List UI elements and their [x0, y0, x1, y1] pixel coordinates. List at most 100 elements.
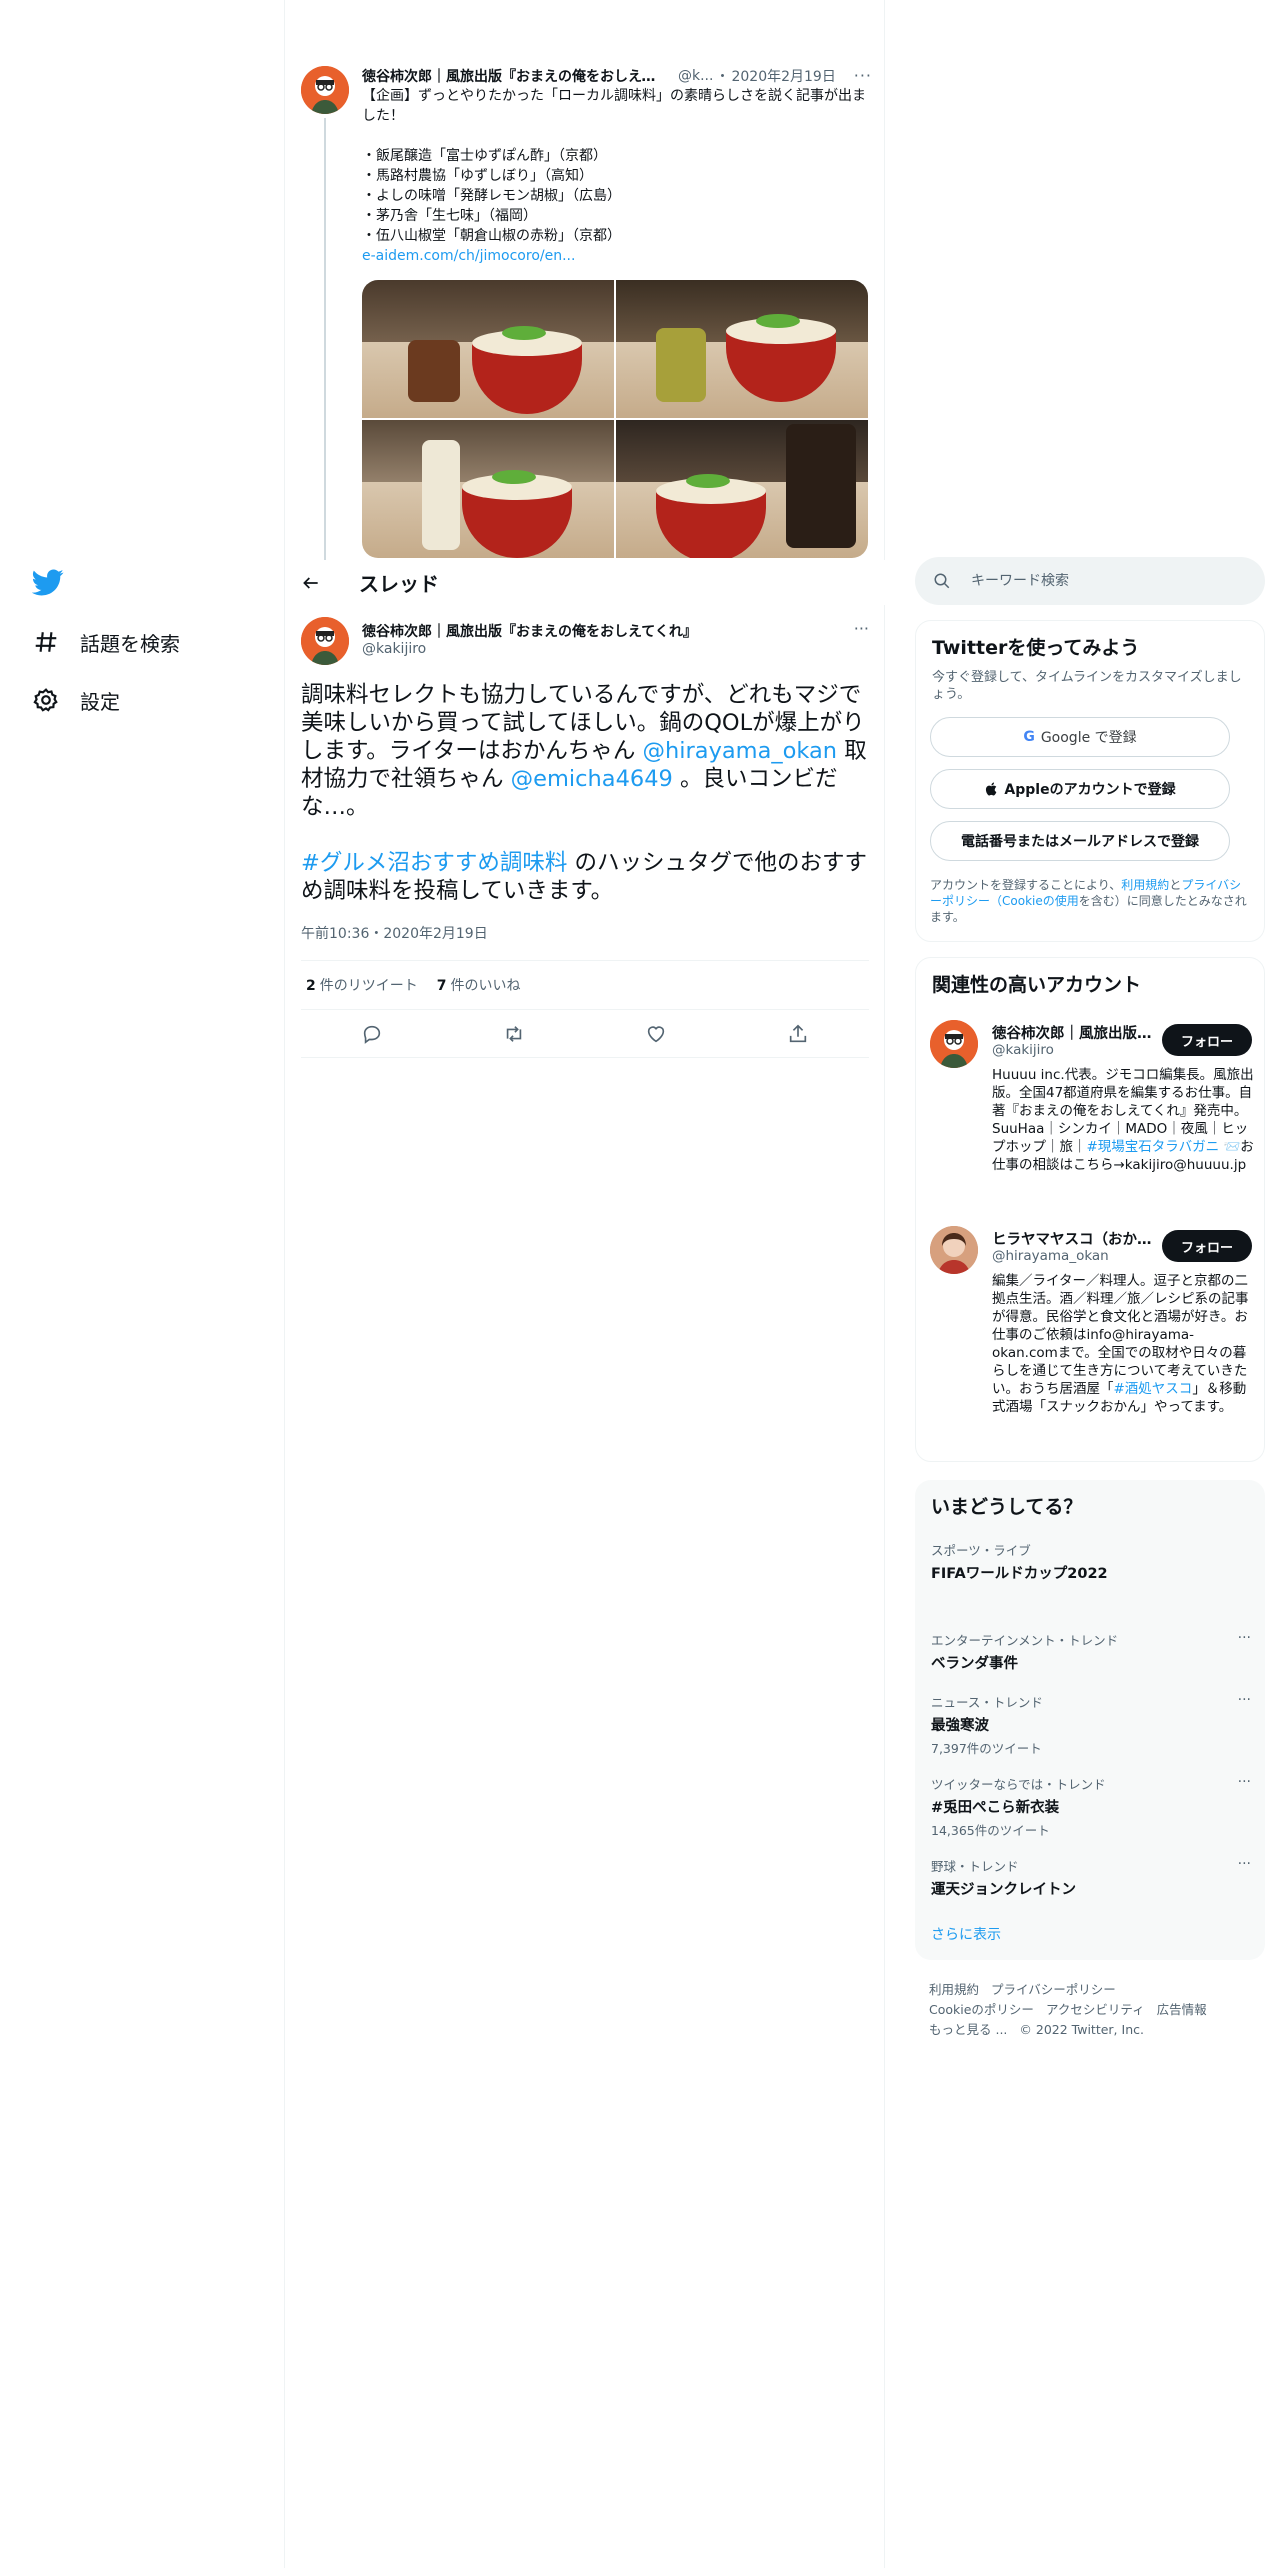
author-handle[interactable]: @kakijiro — [362, 641, 426, 657]
more-options-icon[interactable]: ··· — [1238, 1856, 1251, 1872]
retweet-count-label: 件のリツイート — [319, 978, 418, 994]
signup-terms: アカウントを登録することにより、利用規約とプライバシーポリシー（Cookieの使… — [930, 877, 1248, 925]
hashtag-link[interactable]: #グルメ沼おすすめ調味料 — [301, 850, 567, 876]
terms-text: アカウントを登録することにより、 — [930, 878, 1122, 892]
copyright: © 2022 Twitter, Inc. — [1019, 2022, 1144, 2037]
footer-link[interactable]: 広告情報 — [1157, 2002, 1207, 2017]
trend-item[interactable]: エンターテインメント・トレンド ベランダ事件 ··· — [931, 1630, 1251, 1673]
trend-item[interactable]: ツイッターならでは・トレンド #兎田ぺこら新衣装 14,365件のツイート ··… — [931, 1774, 1251, 1839]
account-name[interactable]: 徳谷柿次郎｜風旅出版『おまえの俺をおしえてくれ』 — [992, 1022, 1152, 1043]
parent-tweet[interactable]: 徳谷柿次郎｜風旅出版『おまえの俺をおしえてくれ』 @k... ・ 2020年2月… — [285, 60, 885, 560]
footer-link[interactable]: 利用規約 — [929, 1982, 979, 1997]
tweet-media-grid[interactable] — [362, 280, 868, 558]
trend-item[interactable]: スポーツ・ライブ FIFAワールドカップ2022 — [931, 1540, 1251, 1583]
search-input[interactable] — [971, 573, 1251, 589]
mention-link[interactable]: @emicha4649 — [511, 766, 673, 792]
thread-connector-line — [324, 118, 326, 560]
avatar[interactable] — [301, 617, 349, 665]
nav-item-settings[interactable]: 設定 — [32, 680, 120, 720]
terms-text: と — [1169, 878, 1182, 892]
trend-category: ツイッターならでは・トレンド — [931, 1777, 1106, 1792]
nav-item-explore[interactable]: 話題を検索 — [32, 622, 180, 662]
mention-link[interactable]: @hirayama_okan — [643, 738, 838, 764]
tweet-header: 徳谷柿次郎｜風旅出版『おまえの俺をおしえてくれ』 @k... ・ 2020年2月… — [362, 66, 872, 86]
like-heart-icon[interactable] — [645, 1023, 667, 1045]
account-handle[interactable]: @kakijiro — [992, 1042, 1054, 1058]
bio-hashtag[interactable]: #現場宝石タラバガニ — [1087, 1139, 1220, 1155]
like-count-label: 件のいいね — [450, 978, 521, 994]
bio-hashtag[interactable]: #酒処ヤスコ — [1114, 1381, 1193, 1397]
trends-title: いまどうしてる？ — [931, 1496, 1083, 1518]
footer-link[interactable]: Cookieのポリシー — [929, 2002, 1034, 2017]
retweet-count[interactable]: 2 件のリツイート — [306, 975, 418, 995]
account-name[interactable]: ヒラヤマヤスコ（おかん） — [992, 1228, 1152, 1249]
trend-item[interactable]: 野球・トレンド 運天ジョンクレイトン ··· — [931, 1856, 1251, 1899]
trend-count: 7,397件のツイート — [931, 1741, 1042, 1756]
media-photo-2[interactable] — [616, 280, 868, 418]
follow-button[interactable]: フォロー — [1162, 1230, 1252, 1262]
media-photo-3[interactable] — [362, 420, 614, 558]
gear-icon — [32, 686, 60, 714]
search-box[interactable] — [915, 557, 1265, 605]
google-signup-button[interactable]: G Google で登録 — [930, 717, 1230, 757]
show-more-link[interactable]: さらに表示 — [931, 1924, 1001, 1944]
thread-header: スレッド — [285, 560, 885, 605]
more-options-icon[interactable]: ··· — [854, 66, 872, 85]
footer-link[interactable]: アクセシビリティ — [1046, 2002, 1145, 2017]
more-options-icon[interactable]: ··· — [1238, 1630, 1251, 1646]
media-photo-1[interactable] — [362, 280, 614, 418]
phone-signup-label: 電話番号またはメールアドレスで登録 — [961, 834, 1199, 850]
retweet-icon[interactable] — [503, 1023, 525, 1045]
separator: ・ — [369, 926, 384, 942]
tweet-link[interactable]: e-aidem.com/ch/jimocoro/en... — [362, 248, 575, 264]
trend-name: ベランダ事件 — [931, 1656, 1018, 1672]
bio-text: 編集／ライター／料理人。逗子と京都の二拠点生活。酒／料理／旅／レシピ系の記事が得… — [992, 1273, 1249, 1397]
trend-name: 最強寒波 — [931, 1718, 989, 1734]
footer-link[interactable]: プライバシーポリシー — [991, 1982, 1116, 1997]
footer-link[interactable]: もっと見る ... — [929, 2022, 1007, 2037]
signup-title: Twitterを使ってみよう — [932, 637, 1140, 659]
follow-button[interactable]: フォロー — [1162, 1024, 1252, 1056]
author-handle[interactable]: @k... — [678, 68, 713, 84]
trend-name: #兎田ぺこら新衣装 — [931, 1800, 1060, 1816]
trend-category: エンターテインメント・トレンド — [931, 1633, 1119, 1648]
more-options-icon[interactable]: ··· — [1238, 1774, 1251, 1790]
nav-item-label: 設定 — [80, 689, 120, 714]
share-icon[interactable] — [787, 1023, 809, 1045]
reply-icon[interactable] — [361, 1023, 383, 1045]
like-count[interactable]: 7 件のいいね — [437, 975, 521, 995]
trend-category: 野球・トレンド — [931, 1859, 1019, 1874]
account-bio: Huuuu inc.代表。ジモコロ編集長。風旅出版。全国47都道府県を編集するお… — [992, 1066, 1254, 1174]
media-photo-4[interactable] — [616, 420, 868, 558]
trend-category: スポーツ・ライブ — [931, 1543, 1031, 1558]
hashtag-icon — [32, 628, 60, 656]
related-title: 関連性の高いアカウント — [932, 974, 1142, 996]
tweet-date[interactable]: 2020年2月19日 — [731, 66, 835, 86]
twitter-logo-icon[interactable] — [31, 566, 64, 598]
tweet-timestamp[interactable]: 午前10:36・2020年2月19日 — [301, 923, 488, 943]
more-options-icon[interactable]: ··· — [854, 619, 869, 638]
tweet-text: 【企画】ずっとやりたかった「ローカル調味料」の素晴らしさを説く記事が出ました！ … — [362, 86, 872, 266]
tweet-time: 午前10:36 — [301, 926, 370, 942]
tweet-text: 調味料セレクトも協力しているんですが、どれもマジで美味しいから買って試してほしい… — [301, 681, 871, 905]
trend-name: 運天ジョンクレイトン — [931, 1882, 1076, 1898]
search-icon — [934, 573, 950, 589]
back-arrow-icon[interactable] — [301, 573, 321, 593]
more-options-icon[interactable]: ··· — [1238, 1692, 1251, 1708]
avatar[interactable] — [930, 1226, 978, 1274]
trend-item[interactable]: ニュース・トレンド 最強寒波 7,397件のツイート ··· — [931, 1692, 1251, 1757]
avatar[interactable] — [930, 1020, 978, 1068]
like-count-value: 7 — [436, 978, 447, 994]
avatar[interactable] — [301, 66, 349, 114]
tweet-body: 【企画】ずっとやりたかった「ローカル調味料」の素晴らしさを説く記事が出ました！ … — [362, 88, 866, 244]
terms-link[interactable]: 利用規約 — [1121, 878, 1169, 892]
author-name[interactable]: 徳谷柿次郎｜風旅出版『おまえの俺をおしえてくれ』 — [362, 66, 662, 86]
footer: 利用規約 プライバシーポリシー Cookieのポリシー アクセシビリティ 広告情報 も… — [929, 1980, 1259, 2040]
author-name[interactable]: 徳谷柿次郎｜風旅出版『おまえの俺をおしえてくれ』 — [362, 621, 697, 641]
apple-logo-icon — [986, 782, 997, 796]
retweet-count-value: 2 — [306, 978, 316, 994]
apple-signup-button[interactable]: Appleのアカウントで登録 — [930, 769, 1230, 809]
separator: ・ — [715, 69, 730, 85]
account-handle[interactable]: @hirayama_okan — [992, 1248, 1109, 1264]
phone-email-signup-button[interactable]: 電話番号またはメールアドレスで登録 — [930, 821, 1230, 861]
